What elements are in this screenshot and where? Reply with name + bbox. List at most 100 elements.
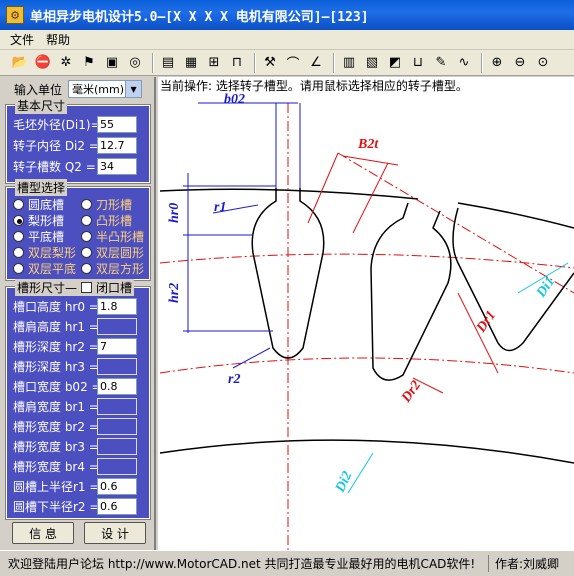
settings-icon[interactable]: ✲ (56, 53, 76, 73)
slot-field-row: 槽口高度 hr0 = 1.8 (13, 298, 137, 315)
slot-field-row: 槽形宽度 br2 = (13, 418, 137, 435)
di2-line (347, 452, 374, 494)
radio-dot[interactable] (81, 263, 92, 274)
slot-field-input[interactable] (97, 358, 137, 375)
left-panel: 输入单位 毫米(mm) ▼ 基本尺寸 毛坯外径(Di1)= 55 转子内径 Di2 … (0, 77, 156, 550)
radio-dot[interactable] (81, 247, 92, 258)
slot-field-input[interactable] (97, 458, 137, 475)
slot-field-row: 槽形深度 hr2 = 7 (13, 338, 137, 355)
zoom-region-icon[interactable]: ⊞ (204, 53, 224, 73)
zoom-in-icon[interactable]: ⊕ (487, 53, 507, 73)
document-icon[interactable]: ▤ (158, 53, 178, 73)
edit-icon[interactable]: ✎ (431, 53, 451, 73)
title-bar[interactable]: ⚙ 单相异步电机设计5.0—[X X X X 电机有限公司]—[123] (0, 0, 574, 30)
slot-type-radio[interactable]: 双层平底 (13, 260, 76, 277)
drawing-canvas[interactable]: 当前操作: 选择转子槽型。请用鼠标选择相应的转子槽型。 b02 B2t r1 r… (158, 77, 574, 550)
label-hr0: hr0 (167, 203, 182, 223)
menu-help[interactable]: 帮助 (40, 31, 76, 48)
slot-field-input[interactable] (97, 438, 137, 455)
flag-icon[interactable]: ⚑ (79, 53, 99, 73)
slot-field-input[interactable] (97, 398, 137, 415)
menu-bar: 文件 帮助 (0, 30, 574, 50)
slot-type-label: 圆底槽 (28, 198, 65, 212)
wrench-icon[interactable]: ⚒ (260, 53, 280, 73)
label-r1: r1 (214, 200, 226, 215)
closed-slot-checkbox[interactable] (81, 282, 93, 293)
slot-type-label: 双层平底 (28, 262, 77, 276)
r2-leader (232, 347, 271, 369)
slot-type-radio[interactable]: 双层方形 (81, 260, 144, 277)
label-hr2: hr2 (167, 283, 182, 303)
slot-type-label: 双层梨形 (28, 246, 77, 260)
color-icon[interactable]: ◩ (385, 53, 405, 73)
slot-type-radio[interactable]: 双层梨形 (13, 244, 76, 261)
slot-type-radio[interactable]: 梨形槽 (13, 212, 64, 229)
slot-field-input[interactable] (97, 318, 137, 335)
menu-file[interactable]: 文件 (4, 31, 40, 48)
book-icon[interactable]: ▧ (362, 53, 382, 73)
label-b02: b02 (224, 93, 245, 107)
save-icon[interactable]: ▣ (102, 53, 122, 73)
arc-centerline-2 (159, 357, 574, 374)
basic-field-input[interactable]: 12.7 (97, 137, 137, 154)
basic-field-label: 转子内径 Di2 = (13, 139, 99, 153)
slot-field-label: 槽肩高度 hr1 = (13, 320, 99, 334)
slot-field-input[interactable]: 0.6 (97, 478, 137, 495)
radio-dot[interactable] (13, 263, 24, 274)
rotor-outer-arc-right (457, 202, 574, 229)
info-button[interactable]: 信 息 (12, 522, 74, 544)
target-icon[interactable]: ◎ (125, 53, 145, 73)
slot-field-label: 槽形深度 hr3 = (13, 360, 99, 374)
slot-type-radio[interactable]: 刀形槽 (81, 196, 132, 213)
slot-field-row: 槽肩宽度 br1 = (13, 398, 137, 415)
slot-field-input[interactable] (97, 418, 137, 435)
slot-field-label: 槽口高度 hr0 = (13, 300, 99, 314)
unit-label: 输入单位 (14, 82, 63, 97)
slot-icon[interactable]: ⊓ (227, 53, 247, 73)
radio-dot[interactable] (13, 231, 24, 242)
chevron-down-icon[interactable]: ▼ (125, 81, 142, 97)
basic-field-input[interactable]: 55 (97, 116, 137, 133)
unit-value: 毫米(mm) (72, 83, 125, 96)
design-button[interactable]: 设 计 (84, 522, 146, 544)
magnet-icon[interactable]: ⊔ (408, 53, 428, 73)
slot-type-radio[interactable]: 圆底槽 (13, 196, 64, 213)
toolbar-separator (333, 52, 335, 73)
radio-dot[interactable] (13, 247, 24, 258)
radio-dot[interactable] (81, 199, 92, 210)
chart-icon[interactable]: ∠ (306, 53, 326, 73)
unit-select[interactable]: 毫米(mm) ▼ (68, 80, 143, 98)
rotor-inner-arc (159, 439, 574, 464)
radio-dot[interactable] (13, 215, 24, 226)
slot-field-label: 槽形宽度 br2 = (13, 420, 99, 434)
slot-field-label: 槽口宽度 b02 = (13, 380, 102, 394)
calculator-icon[interactable]: ▥ (339, 53, 359, 73)
slot-type-radio[interactable]: 半凸形槽 (81, 228, 144, 245)
zoom-out-icon[interactable]: ⊖ (510, 53, 530, 73)
radio-dot[interactable] (13, 199, 24, 210)
slot-type-radio[interactable]: 双层圆形 (81, 244, 144, 261)
slot-field-label: 圆槽下半径r2 = (13, 500, 100, 514)
label-di2: Di2 (333, 469, 356, 495)
open-icon[interactable]: 📂 (10, 53, 30, 73)
slot-field-input[interactable]: 7 (97, 338, 137, 355)
slot-field-input[interactable]: 0.8 (97, 378, 137, 395)
rotor-slot-drawing: b02 B2t r1 r2 hr0 hr2 Dr1 Dr2 Di1 Di2 (159, 93, 574, 550)
label-di1: Di1 (533, 274, 558, 301)
graph-icon[interactable]: ∿ (454, 53, 474, 73)
stop-icon[interactable]: ⛔ (33, 53, 53, 73)
slot-field-input[interactable]: 1.8 (97, 298, 137, 315)
radio-dot[interactable] (81, 231, 92, 242)
pear-slot-right (370, 202, 452, 381)
radio-dot[interactable] (81, 215, 92, 226)
current-operation: 当前操作: 选择转子槽型。请用鼠标选择相应的转子槽型。 (160, 79, 468, 93)
zoom-icon[interactable]: ⊙ (533, 53, 553, 73)
basic-field-input[interactable]: 34 (97, 158, 137, 175)
grid-icon[interactable]: ▦ (181, 53, 201, 73)
slot-field-row: 槽肩高度 hr1 = (13, 318, 137, 335)
slot-field-input[interactable]: 0.6 (97, 498, 137, 515)
slot-type-radio[interactable]: 平底槽 (13, 228, 64, 245)
basic-field-row: 转子内径 Di2 = 12.7 (13, 137, 137, 154)
curve-icon[interactable]: ⌒ (283, 53, 303, 73)
slot-type-radio[interactable]: 凸形槽 (81, 212, 132, 229)
